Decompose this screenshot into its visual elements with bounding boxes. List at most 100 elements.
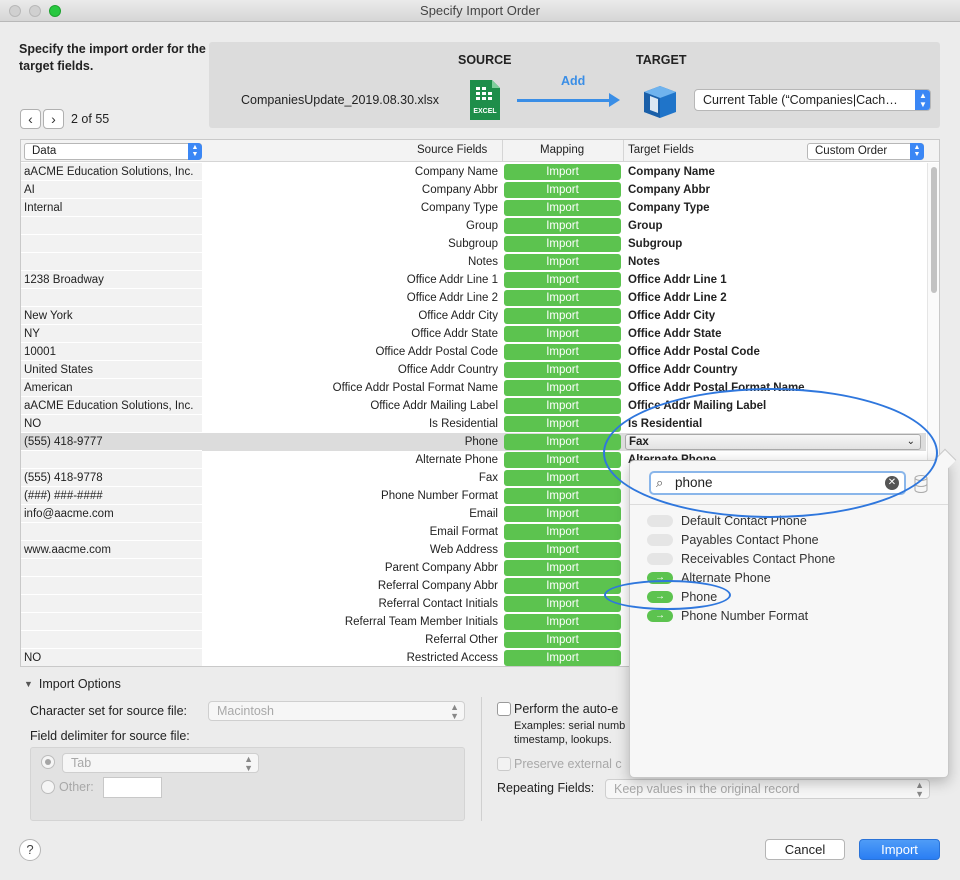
record-navigator: ‹ › 2 of 55 (20, 109, 109, 129)
mapping-import-toggle[interactable]: Import (504, 308, 621, 324)
mapping-import-toggle[interactable]: Import (504, 488, 621, 504)
charset-select[interactable]: Macintosh ▲ ▼ (208, 701, 465, 721)
scrollbar-thumb[interactable] (931, 167, 937, 293)
close-window-button[interactable] (9, 5, 21, 17)
source-field-cell: Office Addr Line 1 (406, 274, 498, 286)
data-cell (21, 577, 202, 595)
options-divider (481, 697, 482, 821)
import-button[interactable]: Import (859, 839, 940, 860)
import-options-toggle[interactable]: ▼ Import Options (24, 677, 121, 691)
up-down-icon: ▲ ▼ (910, 143, 924, 160)
unmapped-pill-icon (647, 533, 673, 546)
mapping-import-toggle[interactable]: Import (504, 560, 621, 576)
mapping-import-toggle[interactable]: Import (504, 200, 621, 216)
up-down-icon: ▲ ▼ (915, 780, 924, 799)
target-field-cell[interactable]: Office Addr Line 1 (628, 271, 926, 289)
source-target-banner: SOURCE TARGET Add CompaniesUpdate_2019.0… (209, 42, 940, 128)
repeating-fields-select[interactable]: Keep values in the original record ▲ ▼ (605, 779, 930, 799)
target-field-cell[interactable]: Office Addr City (628, 307, 926, 325)
target-field-cell[interactable]: Office Addr State (628, 325, 926, 343)
data-cell: American (21, 379, 202, 397)
mapping-import-toggle[interactable]: Import (504, 290, 621, 306)
mapping-import-toggle[interactable]: Import (504, 344, 621, 360)
mapping-import-toggle[interactable]: Import (504, 416, 621, 432)
target-label: TARGET (636, 53, 687, 67)
mapping-import-toggle[interactable]: Import (504, 164, 621, 180)
data-cell (21, 523, 202, 541)
other-radio[interactable] (41, 780, 55, 794)
target-field-cell[interactable]: Company Type (628, 199, 926, 217)
title-bar: Specify Import Order (0, 0, 960, 22)
mapping-import-toggle[interactable]: Import (504, 362, 621, 378)
data-cell: New York (21, 307, 202, 325)
table-row[interactable]: aACME Education Solutions, Inc. Company N… (21, 163, 926, 181)
table-row[interactable]: 1238 Broadway Office Addr Line 1 Import Off… (21, 271, 926, 289)
mapping-import-toggle[interactable]: Import (504, 632, 621, 648)
data-cell (21, 559, 202, 577)
target-field-cell[interactable]: Office Addr Country (628, 361, 926, 379)
data-cell: NO (21, 415, 202, 433)
target-field-cell[interactable]: Office Addr Postal Code (628, 343, 926, 361)
table-row[interactable]: United States Office Addr Country Import Of… (21, 361, 926, 379)
import-options-label: Import Options (38, 677, 121, 691)
mapping-header[interactable]: Mapping (540, 144, 584, 156)
tab-select[interactable]: Tab ▲ ▼ (62, 753, 259, 773)
other-delimiter-input[interactable] (103, 777, 162, 798)
mapping-import-toggle[interactable]: Import (504, 272, 621, 288)
mapping-import-toggle[interactable]: Import (504, 182, 621, 198)
table-row[interactable]: New York Office Addr City Import Office Add… (21, 307, 926, 325)
order-select[interactable]: Custom Order ▲ ▼ (807, 143, 924, 160)
target-field-cell[interactable]: Company Name (628, 163, 926, 181)
minimize-window-button[interactable] (29, 5, 41, 17)
target-field-cell[interactable]: Office Addr Line 2 (628, 289, 926, 307)
field-list-item[interactable]: Payables Contact Phone (647, 531, 819, 549)
previous-record-button[interactable]: ‹ (20, 109, 41, 129)
mapping-import-toggle[interactable]: Import (504, 236, 621, 252)
data-view-select[interactable]: Data ▲ ▼ (24, 143, 202, 160)
mapping-import-toggle[interactable]: Import (504, 218, 621, 234)
source-field-cell: Restricted Access (406, 652, 498, 664)
preserve-external-checkbox[interactable] (497, 757, 511, 771)
target-fields-header[interactable]: Target Fields (628, 144, 694, 156)
target-field-cell[interactable]: Subgroup (628, 235, 926, 253)
mapping-import-toggle[interactable]: Import (504, 380, 621, 396)
target-field-cell[interactable]: Notes (628, 253, 926, 271)
table-row[interactable]: Group Import Group (21, 217, 926, 235)
table-row[interactable]: 10001 Office Addr Postal Code Import Office… (21, 343, 926, 361)
filemaker-icon (644, 86, 676, 118)
table-row[interactable]: NY Office Addr State Import Office Addr Sta… (21, 325, 926, 343)
table-row[interactable]: Internal Company Type Import Company Type (21, 199, 926, 217)
mapping-import-toggle[interactable]: Import (504, 398, 621, 414)
field-list-item[interactable]: Receivables Contact Phone (647, 550, 835, 568)
data-cell: United States (21, 361, 202, 379)
mapping-import-toggle[interactable]: Import (504, 650, 621, 666)
mapping-import-toggle[interactable]: Import (504, 470, 621, 486)
source-fields-header[interactable]: Source Fields (417, 144, 487, 156)
help-button[interactable]: ? (19, 839, 41, 861)
table-row[interactable]: AI Company Abbr Import Company Abbr (21, 181, 926, 199)
up-down-icon: ▲ ▼ (450, 702, 459, 721)
target-table-select[interactable]: Current Table (“Companies|Cach… ▲ ▼ (694, 89, 931, 111)
data-cell (21, 595, 202, 613)
table-row[interactable]: Subgroup Import Subgroup (21, 235, 926, 253)
table-row[interactable]: Notes Import Notes (21, 253, 926, 271)
mapping-import-toggle[interactable]: Import (504, 614, 621, 630)
mapping-import-toggle[interactable]: Import (504, 524, 621, 540)
auto-enter-checkbox[interactable] (497, 702, 511, 716)
table-row[interactable]: Office Addr Line 2 Import Office Addr Line… (21, 289, 926, 307)
field-list-item-label: Payables Contact Phone (681, 533, 819, 547)
target-field-cell[interactable]: Company Abbr (628, 181, 926, 199)
mapping-import-toggle[interactable]: Import (504, 596, 621, 612)
next-record-button[interactable]: › (43, 109, 64, 129)
mapping-import-toggle[interactable]: Import (504, 326, 621, 342)
mapping-import-toggle[interactable]: Import (504, 506, 621, 522)
source-field-cell: Referral Contact Initials (378, 598, 498, 610)
mapping-import-toggle[interactable]: Import (504, 578, 621, 594)
target-field-cell[interactable]: Group (628, 217, 926, 235)
mapping-import-toggle[interactable]: Import (504, 254, 621, 270)
mapping-import-toggle[interactable]: Import (504, 542, 621, 558)
tab-radio[interactable] (41, 755, 55, 769)
record-position: 2 of 55 (71, 112, 110, 126)
zoom-window-button[interactable] (49, 5, 61, 17)
cancel-button[interactable]: Cancel (765, 839, 845, 860)
